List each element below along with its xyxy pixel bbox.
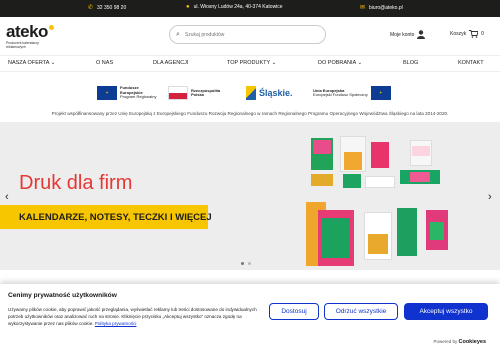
- reject-all-button[interactable]: Odrzuć wszystkie: [324, 303, 398, 320]
- hero-title: Druk dla firm: [19, 172, 133, 194]
- accept-all-button[interactable]: Akceptuj wszystko: [404, 303, 488, 320]
- nav-item-label[interactable]: KONTAKT: [458, 60, 484, 66]
- slider-dots: [241, 262, 251, 265]
- logo-rzeczpospolita: Rzeczpospolita Polska: [168, 82, 220, 104]
- cart-label[interactable]: Koszyk: [450, 31, 466, 37]
- powered-by: Powered by Cookieyes: [433, 339, 486, 345]
- nav-item-label[interactable]: BLOG: [403, 60, 418, 66]
- nav-item-contact[interactable]: KONTAKT: [458, 60, 484, 66]
- user-icon[interactable]: [417, 30, 426, 39]
- project-funding-note: Projekt współfinansowany przez Unię Euro…: [51, 111, 449, 116]
- fe-emblem-icon: ✦: [97, 86, 117, 100]
- cart-link[interactable]: Koszyk 0: [450, 30, 484, 38]
- slider-dot[interactable]: [248, 262, 251, 265]
- logo-dot-icon: [48, 25, 54, 30]
- logo-tagline: Producent kalendarzy reklamowych: [6, 41, 39, 49]
- rp-line2: Polska: [191, 92, 204, 97]
- nav-item-label[interactable]: DLA AGENCJI: [153, 60, 188, 66]
- email-contact[interactable]: ✉ biuro@ateko.pl: [360, 4, 403, 12]
- main-navigation: NASZA OFERTA ⌄ O NAS DLA AGENCJI TOP PRO…: [0, 55, 500, 72]
- address-contact: ● ul. Wiosny Ludów 24a, 40-374 Katowice: [186, 4, 283, 10]
- fe-line3: Program Regionalny: [120, 94, 157, 100]
- address-text: ul. Wiosny Ludów 24a, 40-374 Katowice: [193, 4, 283, 10]
- powered-by-label: Powered by: [433, 339, 458, 344]
- customize-button[interactable]: Dostosuj: [269, 303, 319, 320]
- logo-unia-europejska: Unia Europejska Europejski Fundusz Społec…: [313, 82, 391, 104]
- nav-item-agencies[interactable]: DLA AGENCJI: [153, 60, 188, 66]
- chevron-down-icon: ⌄: [50, 60, 56, 66]
- phone-icon: ✆: [88, 5, 94, 11]
- phone-number[interactable]: 32 350 98 20: [97, 5, 126, 11]
- email-address[interactable]: biuro@ateko.pl: [369, 5, 403, 11]
- hero-slider[interactable]: ‹ › Druk dla firm KALENDARZE, NOTESY, TE…: [0, 122, 500, 270]
- nav-item-label[interactable]: DO POBRANIA: [318, 60, 356, 66]
- ue-line2: Europejski Fundusz Społeczny: [313, 92, 368, 97]
- eu-flag-icon: ✦: [370, 86, 391, 100]
- chevron-right-icon[interactable]: ›: [488, 191, 492, 203]
- cookieyes-brand[interactable]: Cookieyes: [458, 339, 486, 345]
- slider-dot[interactable]: [241, 262, 244, 265]
- cookie-description: Używamy plików cookie, aby poprawić jako…: [8, 306, 263, 327]
- search-input[interactable]: [184, 31, 315, 38]
- privacy-policy-link[interactable]: Polityka prywatności: [95, 321, 137, 326]
- hero-subtitle-banner: KALENDARZE, NOTESY, TECZKI I WIĘCEJ: [0, 205, 212, 229]
- envelope-icon: ✉: [360, 5, 366, 11]
- slaskie-emblem-icon: [246, 86, 256, 100]
- nav-item-label[interactable]: NASZA OFERTA: [8, 60, 49, 66]
- chevron-left-icon[interactable]: ‹: [5, 191, 9, 203]
- account-label[interactable]: Moje konto: [390, 32, 414, 38]
- nav-item-offer[interactable]: NASZA OFERTA ⌄: [8, 60, 55, 66]
- nav-item-downloads[interactable]: DO POBRANIA ⌄: [318, 60, 362, 66]
- search-bar[interactable]: ⌕: [169, 25, 326, 44]
- nav-item-about[interactable]: O NAS: [96, 60, 113, 66]
- search-icon[interactable]: ⌕: [176, 31, 180, 39]
- nav-item-label[interactable]: TOP PRODUKTY: [227, 60, 270, 66]
- cookie-title: Cenimy prywatność użytkowników: [8, 292, 117, 299]
- chevron-down-icon: ⌄: [357, 60, 363, 66]
- logo-slaskie: Śląskie.: [246, 82, 293, 104]
- ateko-logo[interactable]: ateko Producent kalendarzy reklamowych: [6, 23, 54, 49]
- chevron-down-icon: ⌄: [271, 60, 277, 66]
- cart-count: 0: [481, 31, 484, 37]
- account-link[interactable]: Moje konto: [390, 30, 426, 39]
- logo-fundusze-europejskie: ✦ Fundusze Europejskie Program Regionalny: [97, 82, 156, 104]
- site-header: ateko Producent kalendarzy reklamowych ⌕…: [0, 17, 500, 55]
- top-contact-bar: ✆ 32 350 98 20 ● ul. Wiosny Ludów 24a, 4…: [0, 0, 500, 17]
- nav-item-blog[interactable]: BLOG: [403, 60, 418, 66]
- nav-item-top-products[interactable]: TOP PRODUKTY ⌄: [227, 60, 276, 66]
- funding-logos: ✦ Fundusze Europejskie Program Regionalny …: [0, 78, 500, 108]
- location-pin-icon: ●: [186, 4, 190, 10]
- phone-contact[interactable]: ✆ 32 350 98 20: [88, 4, 126, 12]
- slaskie-text: Śląskie.: [259, 87, 293, 98]
- polish-flag-icon: [168, 86, 188, 100]
- logo-wordmark: ateko: [6, 22, 48, 41]
- cart-icon[interactable]: [469, 30, 479, 38]
- cookie-consent-banner: Cenimy prywatność użytkowników Używamy p…: [0, 284, 500, 348]
- nav-item-label[interactable]: O NAS: [96, 60, 113, 66]
